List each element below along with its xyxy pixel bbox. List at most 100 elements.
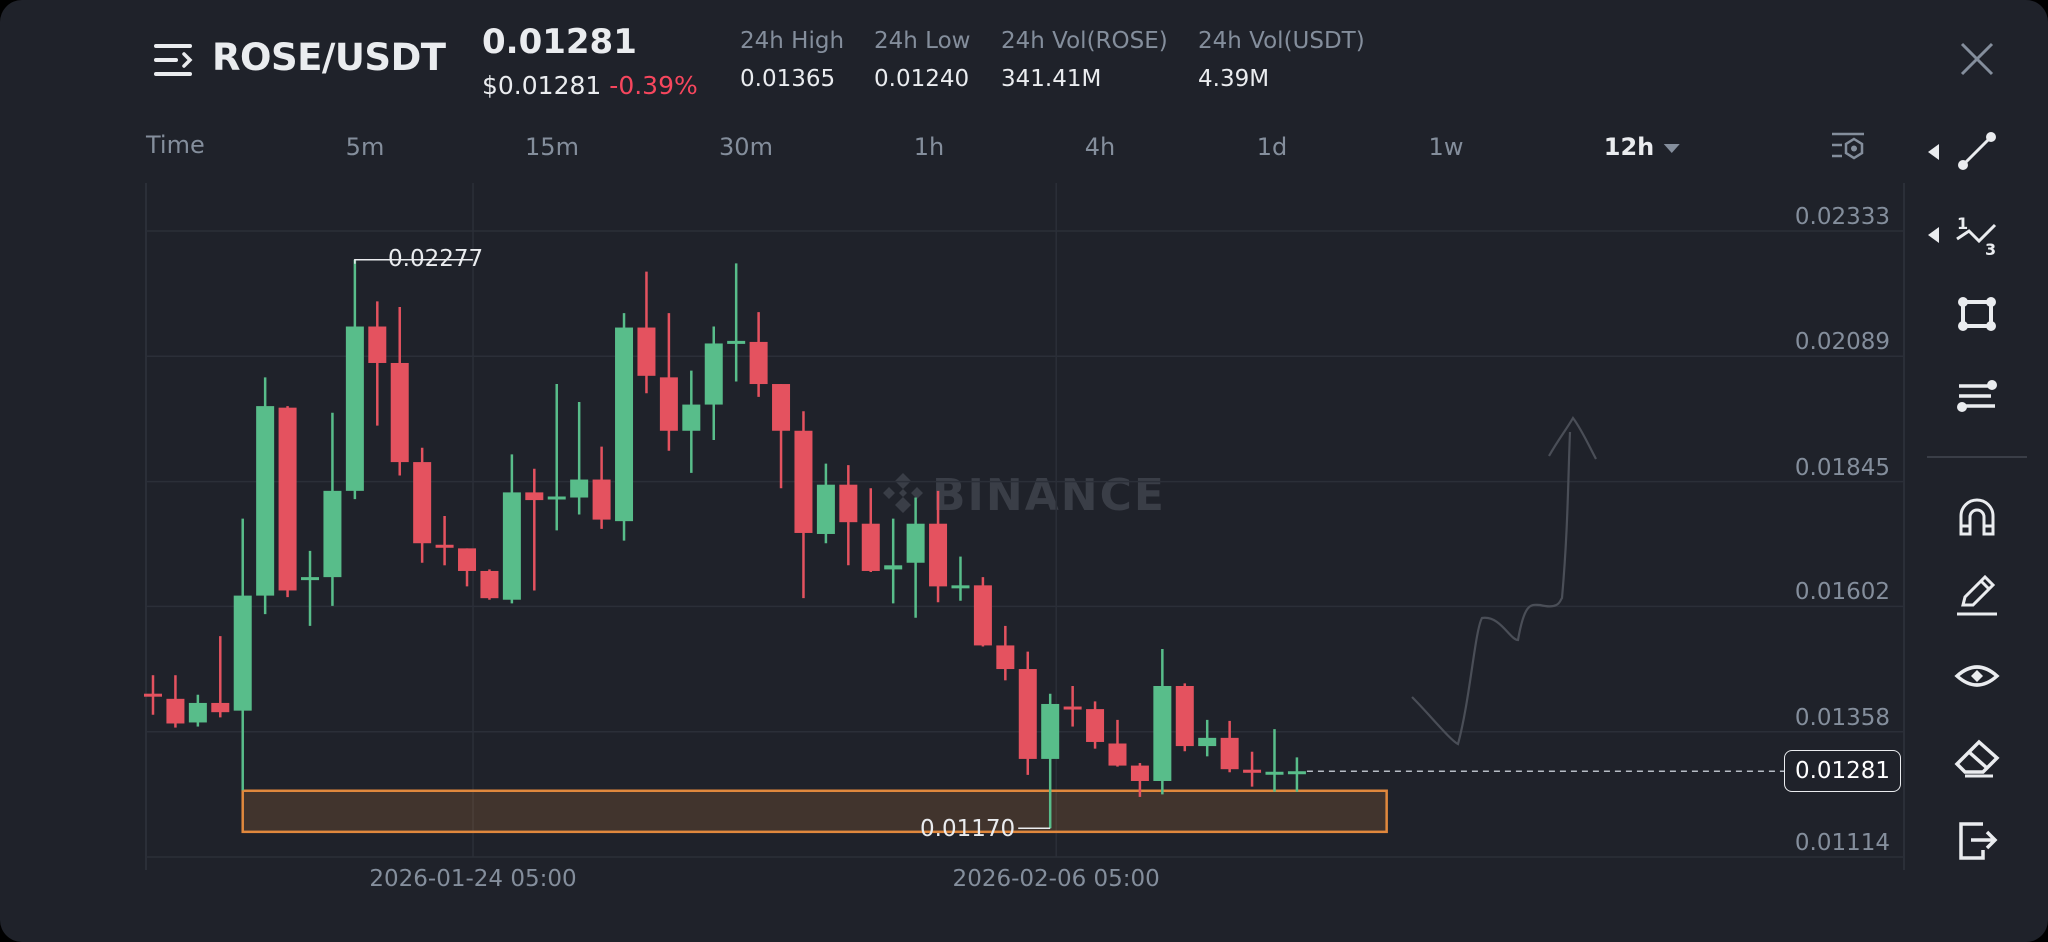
exit-icon[interactable] <box>1953 816 2001 864</box>
candle-down <box>1018 669 1037 759</box>
hand-drawn-arrow <box>1411 431 1572 746</box>
fib-icon[interactable]: 13 <box>1953 211 2001 259</box>
price-tick-label: 0.02089 <box>1794 329 1890 356</box>
svg-text:1: 1 <box>1957 214 1968 233</box>
price-tick-label: 0.01845 <box>1794 454 1890 481</box>
rectangle-icon[interactable] <box>1953 290 2001 338</box>
candle-down <box>929 523 948 587</box>
tab-4h[interactable]: 4h <box>1085 133 1115 161</box>
candle-up <box>570 479 589 498</box>
chevron-down-icon <box>1664 143 1681 153</box>
change-percent: -0.39% <box>609 71 698 100</box>
watermark-text: BINANCE <box>932 470 1166 521</box>
candle-up <box>1265 771 1284 775</box>
candle-up <box>345 326 364 491</box>
tab-1w[interactable]: 1w <box>1429 133 1464 161</box>
candle-up <box>547 496 566 500</box>
candle-down <box>839 484 858 523</box>
price-tick-label: 0.01358 <box>1794 704 1890 731</box>
candle-down <box>996 645 1015 670</box>
time-tick-label: 2026-01-24 05:00 <box>369 866 577 892</box>
hand-drawn-arrowhead <box>1548 416 1597 460</box>
binance-watermark: BINANCE <box>880 470 1166 521</box>
candle-up <box>816 484 835 534</box>
pencil-icon[interactable] <box>1953 571 2001 619</box>
stat-label-vol-base: 24h Vol(ROSE) <box>1001 28 1168 54</box>
candle-down <box>211 702 230 713</box>
candle-up <box>951 585 970 589</box>
candle-down <box>1130 765 1149 781</box>
tab-1h[interactable]: 1h <box>914 133 944 161</box>
high-marker-label: 0.02277 <box>388 246 484 272</box>
magnet-icon[interactable] <box>1953 492 2001 540</box>
candle-up <box>233 595 252 711</box>
candle-up <box>727 340 746 344</box>
candle-up <box>301 577 320 581</box>
candle-up <box>256 406 275 596</box>
time-label[interactable]: Time <box>146 131 205 159</box>
price-tick-label: 0.02333 <box>1794 204 1890 230</box>
candle-down <box>861 523 880 571</box>
timeframe-dropdown[interactable]: 12h <box>1603 133 1681 161</box>
binance-logo-icon <box>883 473 923 513</box>
candle-down <box>525 492 544 501</box>
candle-down <box>1220 737 1239 770</box>
candle-up <box>1287 771 1306 775</box>
stat-value-high: 0.01365 <box>740 66 836 92</box>
eraser-icon[interactable] <box>1953 734 2001 782</box>
stat-label-vol-quote: 24h Vol(USDT) <box>1198 28 1365 54</box>
candle-down <box>1243 769 1262 773</box>
selected-timeframe: 12h <box>1603 133 1655 161</box>
candle-up <box>906 523 925 563</box>
chart-settings-icon[interactable] <box>1830 131 1866 163</box>
candle-down <box>480 570 499 599</box>
stat-label-high: 24h High <box>740 28 845 54</box>
candle-down <box>637 327 656 376</box>
candle-down <box>278 407 297 591</box>
tab-30m[interactable]: 30m <box>719 133 773 161</box>
candle-down <box>1086 709 1105 742</box>
parallel-lines-icon[interactable] <box>1953 372 2001 420</box>
expand-arrow-icon[interactable] <box>1928 144 1939 160</box>
candle-up <box>502 492 521 600</box>
stat-value-low: 0.01240 <box>874 66 970 92</box>
tab-1d[interactable]: 1d <box>1257 133 1288 161</box>
price-tick-label: 0.01114 <box>1794 830 1890 856</box>
candle-up <box>1041 703 1060 759</box>
menu-icon[interactable] <box>152 40 196 80</box>
candle-down <box>794 430 813 533</box>
stat-value-vol-base: 341.41M <box>1001 66 1102 92</box>
close-icon[interactable] <box>1958 40 1996 78</box>
svg-text:3: 3 <box>1985 240 1996 259</box>
eye-icon[interactable] <box>1953 652 2001 700</box>
time-tick-label: 2026-02-06 05:00 <box>952 866 1160 892</box>
tab-15m[interactable]: 15m <box>525 133 579 161</box>
candle-down <box>1175 685 1194 747</box>
candle-down <box>973 585 992 646</box>
trend-line-icon[interactable] <box>1953 127 2001 175</box>
expand-arrow-icon[interactable] <box>1928 227 1939 243</box>
candle-up <box>323 490 342 578</box>
candle-down <box>592 479 611 520</box>
candle-up <box>704 343 723 405</box>
candle-down <box>659 377 678 431</box>
toolbar-divider <box>1927 456 2027 458</box>
candle-down <box>413 462 432 544</box>
candle-down <box>435 544 454 548</box>
candle-down <box>1063 706 1082 710</box>
candle-down <box>144 693 162 697</box>
support-zone-rectangle <box>241 789 1388 834</box>
candle-down <box>1108 743 1127 766</box>
candle-up <box>884 565 903 570</box>
pair-title[interactable]: ROSE/USDT <box>212 36 446 79</box>
tab-5m[interactable]: 5m <box>346 133 385 161</box>
last-price: 0.01281 <box>482 22 637 62</box>
candle-down <box>749 341 768 385</box>
candle-up <box>1198 737 1217 747</box>
candle-down <box>772 384 791 431</box>
low-marker-label: 0.01170 <box>920 816 1016 842</box>
candle-up <box>1153 685 1172 781</box>
price-tick-label: 0.01602 <box>1794 579 1890 606</box>
candle-up <box>188 702 207 723</box>
usd-price: $0.01281 <box>482 71 602 100</box>
